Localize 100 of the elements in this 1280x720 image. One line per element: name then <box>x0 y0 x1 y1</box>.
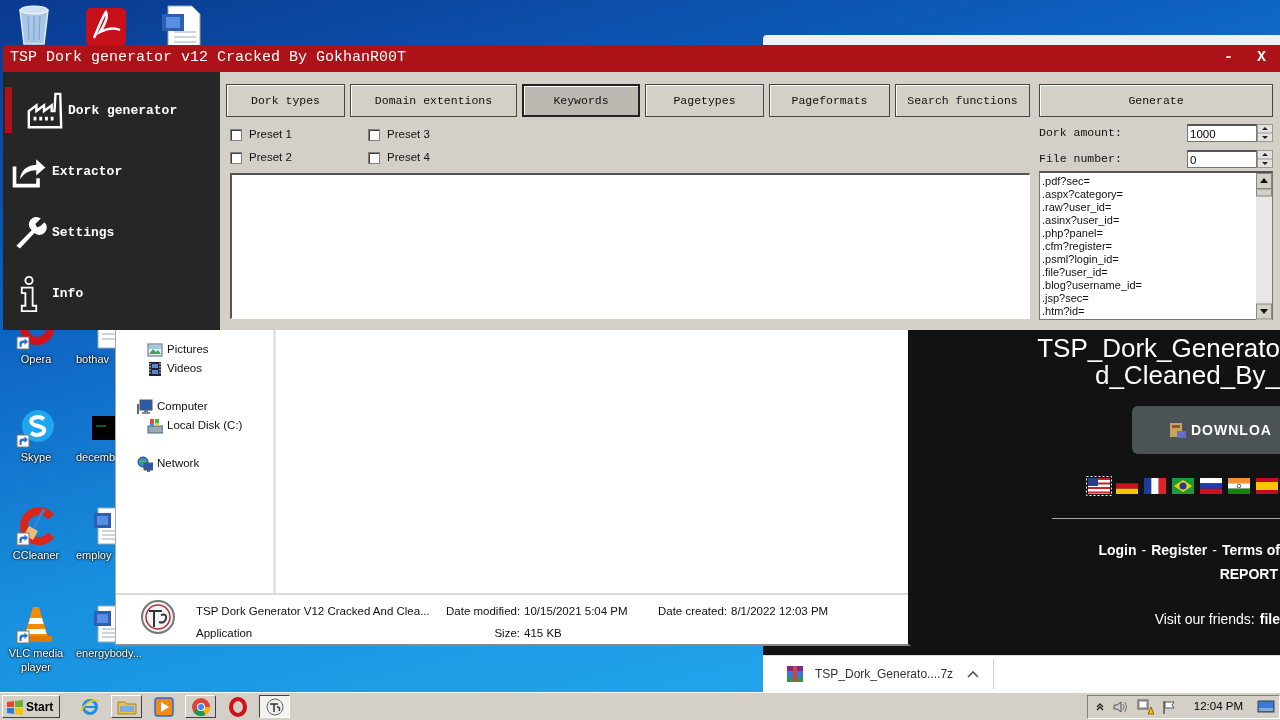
nav-item[interactable]: Computer <box>116 397 273 416</box>
flag-icon[interactable] <box>1142 476 1168 496</box>
list-item[interactable]: .file?user_id= <box>1042 266 1254 279</box>
window-title: TSP Dork generator v12 Cracked By GokhanR00T <box>10 48 408 69</box>
footer-link[interactable]: Login <box>1098 540 1137 561</box>
network-warning-icon[interactable] <box>1135 698 1154 715</box>
nav-item[interactable]: Local Disk (C:) <box>116 416 273 435</box>
separator-text: - <box>1212 541 1217 560</box>
checkbox-label[interactable]: Preset 3 <box>387 125 430 144</box>
detail-value: 8/1/2022 12:03 PM <box>731 604 829 619</box>
page-title: d_Cleaned_By_ <box>1094 362 1280 389</box>
browser-icon <box>79 696 100 717</box>
list-item[interactable]: .cfm?register= <box>1042 240 1254 253</box>
report-link[interactable]: REPORT <box>1219 564 1280 585</box>
list-item[interactable]: .pdf?sec= <box>1042 175 1254 188</box>
spin-buttons[interactable] <box>1257 124 1273 142</box>
app-icon <box>140 599 176 635</box>
footer-link[interactable]: Register <box>1151 540 1208 561</box>
detail-label: Size: <box>493 626 521 642</box>
scrollbar[interactable] <box>1256 173 1272 320</box>
flag-icon[interactable] <box>1254 476 1280 496</box>
computer-icon <box>137 398 153 415</box>
separator-text: - <box>1141 541 1147 560</box>
app-icon <box>264 696 285 717</box>
file-name: TSP Dork Generator V12 Cracked And Clea... <box>196 604 431 619</box>
opera-icon <box>227 696 248 717</box>
tab[interactable]: Dork types <box>226 84 345 117</box>
windows-logo-icon <box>6 698 24 715</box>
clock[interactable]: 12:04 PM <box>1193 697 1243 716</box>
show-desktop-icon[interactable] <box>1257 699 1275 714</box>
list-item[interactable]: .aspx?category= <box>1042 188 1254 201</box>
minimize-button[interactable]: - <box>1217 47 1239 70</box>
list-item[interactable]: .asinx?user_id= <box>1042 214 1254 227</box>
flag-icon[interactable] <box>1198 476 1224 496</box>
detail-value: 10/15/2021 5:04 PM <box>524 604 629 619</box>
tab[interactable]: Domain extentions <box>350 84 517 117</box>
tab[interactable]: Keywords <box>522 84 640 117</box>
nav-item[interactable]: Network <box>116 454 273 473</box>
broom-icon[interactable] <box>16 506 56 546</box>
file-type: Application <box>196 626 254 642</box>
nav-item[interactable]: Videos <box>116 359 273 378</box>
icon-label[interactable]: bothav <box>76 352 110 366</box>
media-player-icon <box>153 696 174 717</box>
archive-icon <box>1168 421 1186 439</box>
detail-label: Date created: <box>656 604 728 619</box>
flag-icon[interactable] <box>1170 476 1196 496</box>
checkbox-label[interactable]: Preset 2 <box>249 148 292 167</box>
nav-item[interactable]: Pictures <box>116 340 273 359</box>
number-field[interactable]: 0 <box>1187 150 1257 168</box>
list-item[interactable]: .raw?user_id= <box>1042 201 1254 214</box>
checkbox[interactable] <box>230 128 242 141</box>
chrome-icon <box>190 696 211 717</box>
flag-icon[interactable] <box>1226 476 1252 496</box>
archive-icon <box>786 665 804 683</box>
chevron-up-icon[interactable] <box>1095 702 1104 711</box>
list-item[interactable]: .blog?username_id= <box>1042 279 1254 292</box>
sidebar-item[interactable]: Settings <box>3 202 220 263</box>
detail-label: Date modified: <box>446 604 522 619</box>
sidebar-item[interactable]: Info <box>3 263 220 324</box>
download-filename[interactable]: TSP_Dork_Generato....7z <box>815 665 954 683</box>
page-title: TSP_Dork_Generato <box>1037 335 1280 362</box>
pictures-icon <box>147 341 163 358</box>
sidebar-item[interactable]: Extractor <box>3 141 220 202</box>
generate-button[interactable]: Generate <box>1039 84 1273 117</box>
icon-label[interactable]: Opera <box>20 352 52 366</box>
start-button[interactable]: Start <box>2 695 60 718</box>
field-label: Dork amount: <box>1039 125 1123 142</box>
flag-icon[interactable] <box>1086 476 1112 496</box>
checkbox[interactable] <box>368 151 380 164</box>
caret-icon[interactable] <box>967 670 980 678</box>
spin-buttons[interactable] <box>1257 150 1273 168</box>
tab[interactable]: Pagetypes <box>645 84 764 117</box>
opera-icon[interactable] <box>16 330 56 350</box>
tab[interactable]: Pageformats <box>769 84 890 117</box>
checkbox[interactable] <box>368 128 380 141</box>
skype-icon[interactable] <box>16 408 56 448</box>
footer-link[interactable]: Terms of <box>1221 540 1280 561</box>
checkbox-label[interactable]: Preset 4 <box>387 148 430 167</box>
download-button[interactable]: DOWNLOA <box>1132 406 1280 454</box>
icon-label[interactable]: employ <box>76 548 112 562</box>
checkbox[interactable] <box>230 151 242 164</box>
friends-link[interactable]: file <box>1259 609 1280 630</box>
list-item[interactable]: .php?panel= <box>1042 227 1254 240</box>
number-field[interactable]: 1000 <box>1187 124 1257 142</box>
disk-drive-icon <box>147 417 163 434</box>
checkbox-label[interactable]: Preset 1 <box>249 125 292 144</box>
icon-label[interactable]: decemb <box>76 450 116 464</box>
close-button[interactable]: X <box>1251 47 1272 70</box>
field-label: File number: <box>1039 151 1123 168</box>
list-item[interactable]: .psml?login_id= <box>1042 253 1254 266</box>
network-icon <box>137 455 153 472</box>
sidebar-item[interactable]: Dork generator <box>3 80 220 141</box>
film-icon <box>147 360 163 377</box>
list-item[interactable]: .jsp?sec= <box>1042 292 1254 305</box>
icon-label[interactable]: Skype <box>20 450 52 464</box>
taskbar-button[interactable] <box>259 695 290 718</box>
tab[interactable]: Search functions <box>895 84 1030 117</box>
list-item[interactable]: .htm?id= <box>1042 305 1254 318</box>
speaker-icon[interactable] <box>1111 699 1128 714</box>
icon-label[interactable]: CCleaner <box>12 548 60 562</box>
